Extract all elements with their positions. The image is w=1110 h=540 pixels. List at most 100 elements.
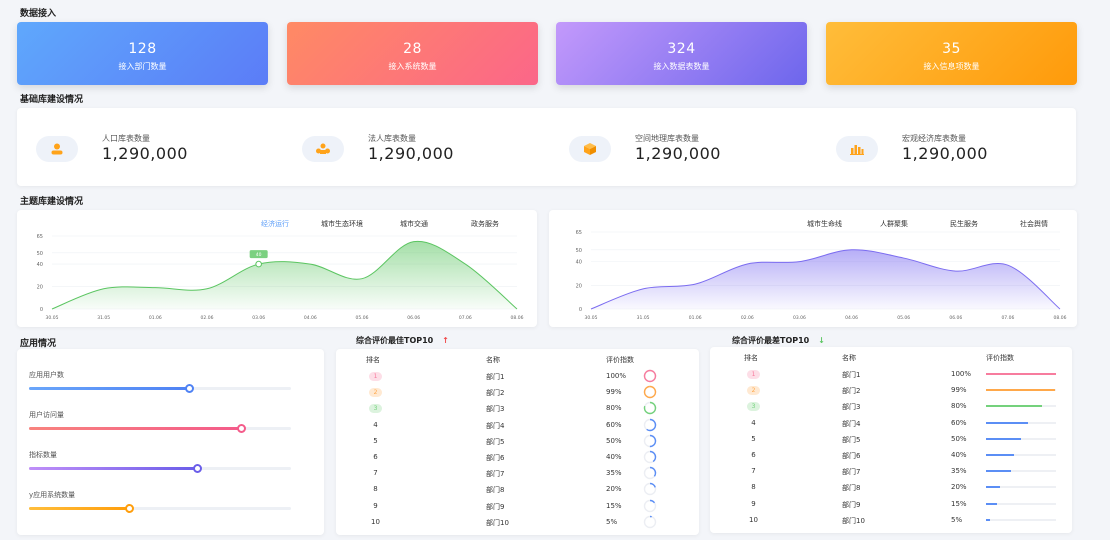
score-bar-fill — [986, 518, 990, 521]
table-row[interactable]: 9 部门9 15% — [710, 500, 1072, 512]
table-row[interactable]: 4 部门4 60% — [336, 418, 699, 433]
x-tick-label: 02.06 — [201, 315, 214, 321]
x-tick-label: 02.06 — [741, 315, 754, 321]
table-row[interactable]: 4 部门4 60% — [710, 419, 1072, 431]
score-ring-icon — [643, 515, 657, 528]
lifeline-area-chart: 0 20 40 50 65 30.05 31.05 01.06 02.06 03.06 04.06 0… — [576, 230, 1067, 321]
kpi-card-departments[interactable]: 128 接入部门数量 — [17, 22, 268, 85]
app-label-indicators: 指标数量 — [29, 451, 57, 459]
base-lib-panel: 人口库表数量 1,290,000 法人库表数量 1,290,000 空间地理库表… — [17, 108, 1076, 186]
app-label-users: 应用用户数 — [29, 371, 64, 379]
slider-knob[interactable] — [184, 384, 194, 393]
score-ring-icon — [643, 402, 657, 415]
score-bar — [986, 454, 1056, 456]
slider-knob[interactable] — [237, 424, 247, 433]
y-tick-label: 65 — [37, 234, 43, 240]
table-row[interactable]: 6 部门6 40% — [336, 450, 699, 465]
score-cell: 40% — [606, 453, 622, 461]
section-title-data-access: 数据接入 — [20, 9, 57, 19]
base-label: 宏观经济库表数量 — [902, 134, 966, 143]
x-tick-label: 07.06 — [1001, 315, 1014, 321]
app-slider-indicators[interactable] — [29, 464, 291, 473]
kpi-card-tables[interactable]: 324 接入数据表数量 — [556, 22, 807, 85]
rank-number: 5 — [373, 436, 378, 445]
table-row[interactable]: 1 部门1 100% — [336, 369, 699, 384]
section-title-base-lib: 基础库建设情况 — [20, 95, 84, 105]
name-cell: 部门8 — [842, 484, 861, 493]
rank-number: 8 — [751, 483, 756, 492]
table-row[interactable]: 7 部门7 35% — [336, 466, 699, 481]
app-slider-visits[interactable] — [29, 424, 291, 433]
rank-number: 5 — [751, 434, 756, 443]
rank-badge: 2 — [747, 386, 760, 396]
area-fill — [52, 241, 517, 309]
x-tick-label: 08.06 — [1054, 315, 1067, 321]
name-cell: 部门3 — [842, 403, 861, 412]
rank-number: 4 — [373, 420, 378, 429]
name-cell: 部门3 — [486, 405, 505, 414]
name-cell: 部门10 — [486, 518, 509, 527]
kpi-card-info-items[interactable]: 35 接入信息项数量 — [826, 22, 1077, 85]
table-row[interactable]: 2 部门2 99% — [336, 385, 699, 400]
slider-fill — [29, 387, 189, 390]
table-row[interactable]: 3 部门3 80% — [336, 402, 699, 416]
score-cell: 80% — [951, 402, 967, 411]
rank-cell: 9 — [747, 500, 760, 508]
table-row[interactable]: 10 部门10 5% — [710, 516, 1072, 528]
arrow-down-icon: ↓ — [818, 336, 825, 345]
table-row[interactable]: 9 部门9 15% — [336, 499, 699, 514]
slider-knob[interactable] — [192, 464, 202, 473]
rank-cell: 10 — [369, 518, 382, 526]
score-bar — [986, 518, 1056, 521]
person-icon — [36, 136, 78, 162]
score-ring-icon — [643, 499, 657, 512]
rank-number: 7 — [373, 469, 378, 478]
slider-knob[interactable] — [124, 504, 134, 513]
bar-chart-icon — [836, 136, 878, 162]
rank-cell: 4 — [747, 419, 760, 427]
x-tick-label: 31.05 — [97, 315, 110, 321]
base-value: 1,290,000 — [902, 144, 988, 163]
app-slider-systems[interactable] — [29, 504, 291, 513]
cube-icon — [569, 136, 611, 162]
y-tick-label: 20 — [576, 283, 582, 289]
table-row[interactable]: 8 部门8 20% — [710, 483, 1072, 495]
name-cell: 部门2 — [486, 389, 505, 398]
highlight-point[interactable] — [255, 260, 262, 268]
table-row[interactable]: 7 部门7 35% — [710, 467, 1072, 479]
score-bar-fill — [986, 502, 997, 505]
table-row[interactable]: 6 部门6 40% — [710, 451, 1072, 463]
table-row[interactable]: 5 部门5 50% — [336, 434, 699, 449]
app-slider-users[interactable] — [29, 384, 291, 393]
table-row[interactable]: 8 部门8 20% — [336, 483, 699, 497]
kpi-value: 128 — [128, 41, 157, 57]
score-cell: 99% — [606, 388, 622, 397]
y-tick-label: 50 — [37, 251, 43, 257]
table-row[interactable]: 1 部门1 100% — [710, 370, 1072, 382]
table-row[interactable]: 3 部门3 80% — [710, 402, 1072, 414]
column-header: 排名 — [744, 354, 758, 362]
table-row[interactable]: 5 部门5 50% — [710, 435, 1072, 447]
score-ring-icon — [643, 483, 657, 496]
x-tick-label: 01.06 — [149, 315, 162, 321]
table-row[interactable]: 2 部门2 99% — [710, 386, 1072, 398]
base-label: 空间地理库表数量 — [635, 134, 699, 143]
rank-cell: 1 — [369, 372, 382, 381]
score-cell: 5% — [951, 515, 963, 524]
score-bar-fill — [986, 373, 1056, 375]
base-value: 1,290,000 — [635, 144, 721, 163]
app-label-systems: y应用系统数量 — [29, 491, 76, 499]
score-ring-icon — [643, 385, 657, 399]
score-bar-fill — [986, 470, 1011, 473]
worst-title-text: 综合评价最差TOP10 — [732, 336, 810, 345]
x-tick-label: 06.06 — [949, 315, 962, 321]
rank-number: 9 — [373, 501, 378, 510]
rank-cell: 7 — [369, 469, 382, 477]
table-row[interactable]: 10 部门10 5% — [336, 515, 699, 530]
score-bar-fill — [986, 437, 1021, 440]
kpi-card-systems[interactable]: 28 接入系统数量 — [287, 22, 538, 85]
kpi-label: 接入信息项数量 — [923, 62, 980, 71]
x-tick-label: 05.06 — [897, 315, 910, 321]
name-cell: 部门6 — [486, 454, 505, 462]
slider-fill — [29, 507, 129, 510]
